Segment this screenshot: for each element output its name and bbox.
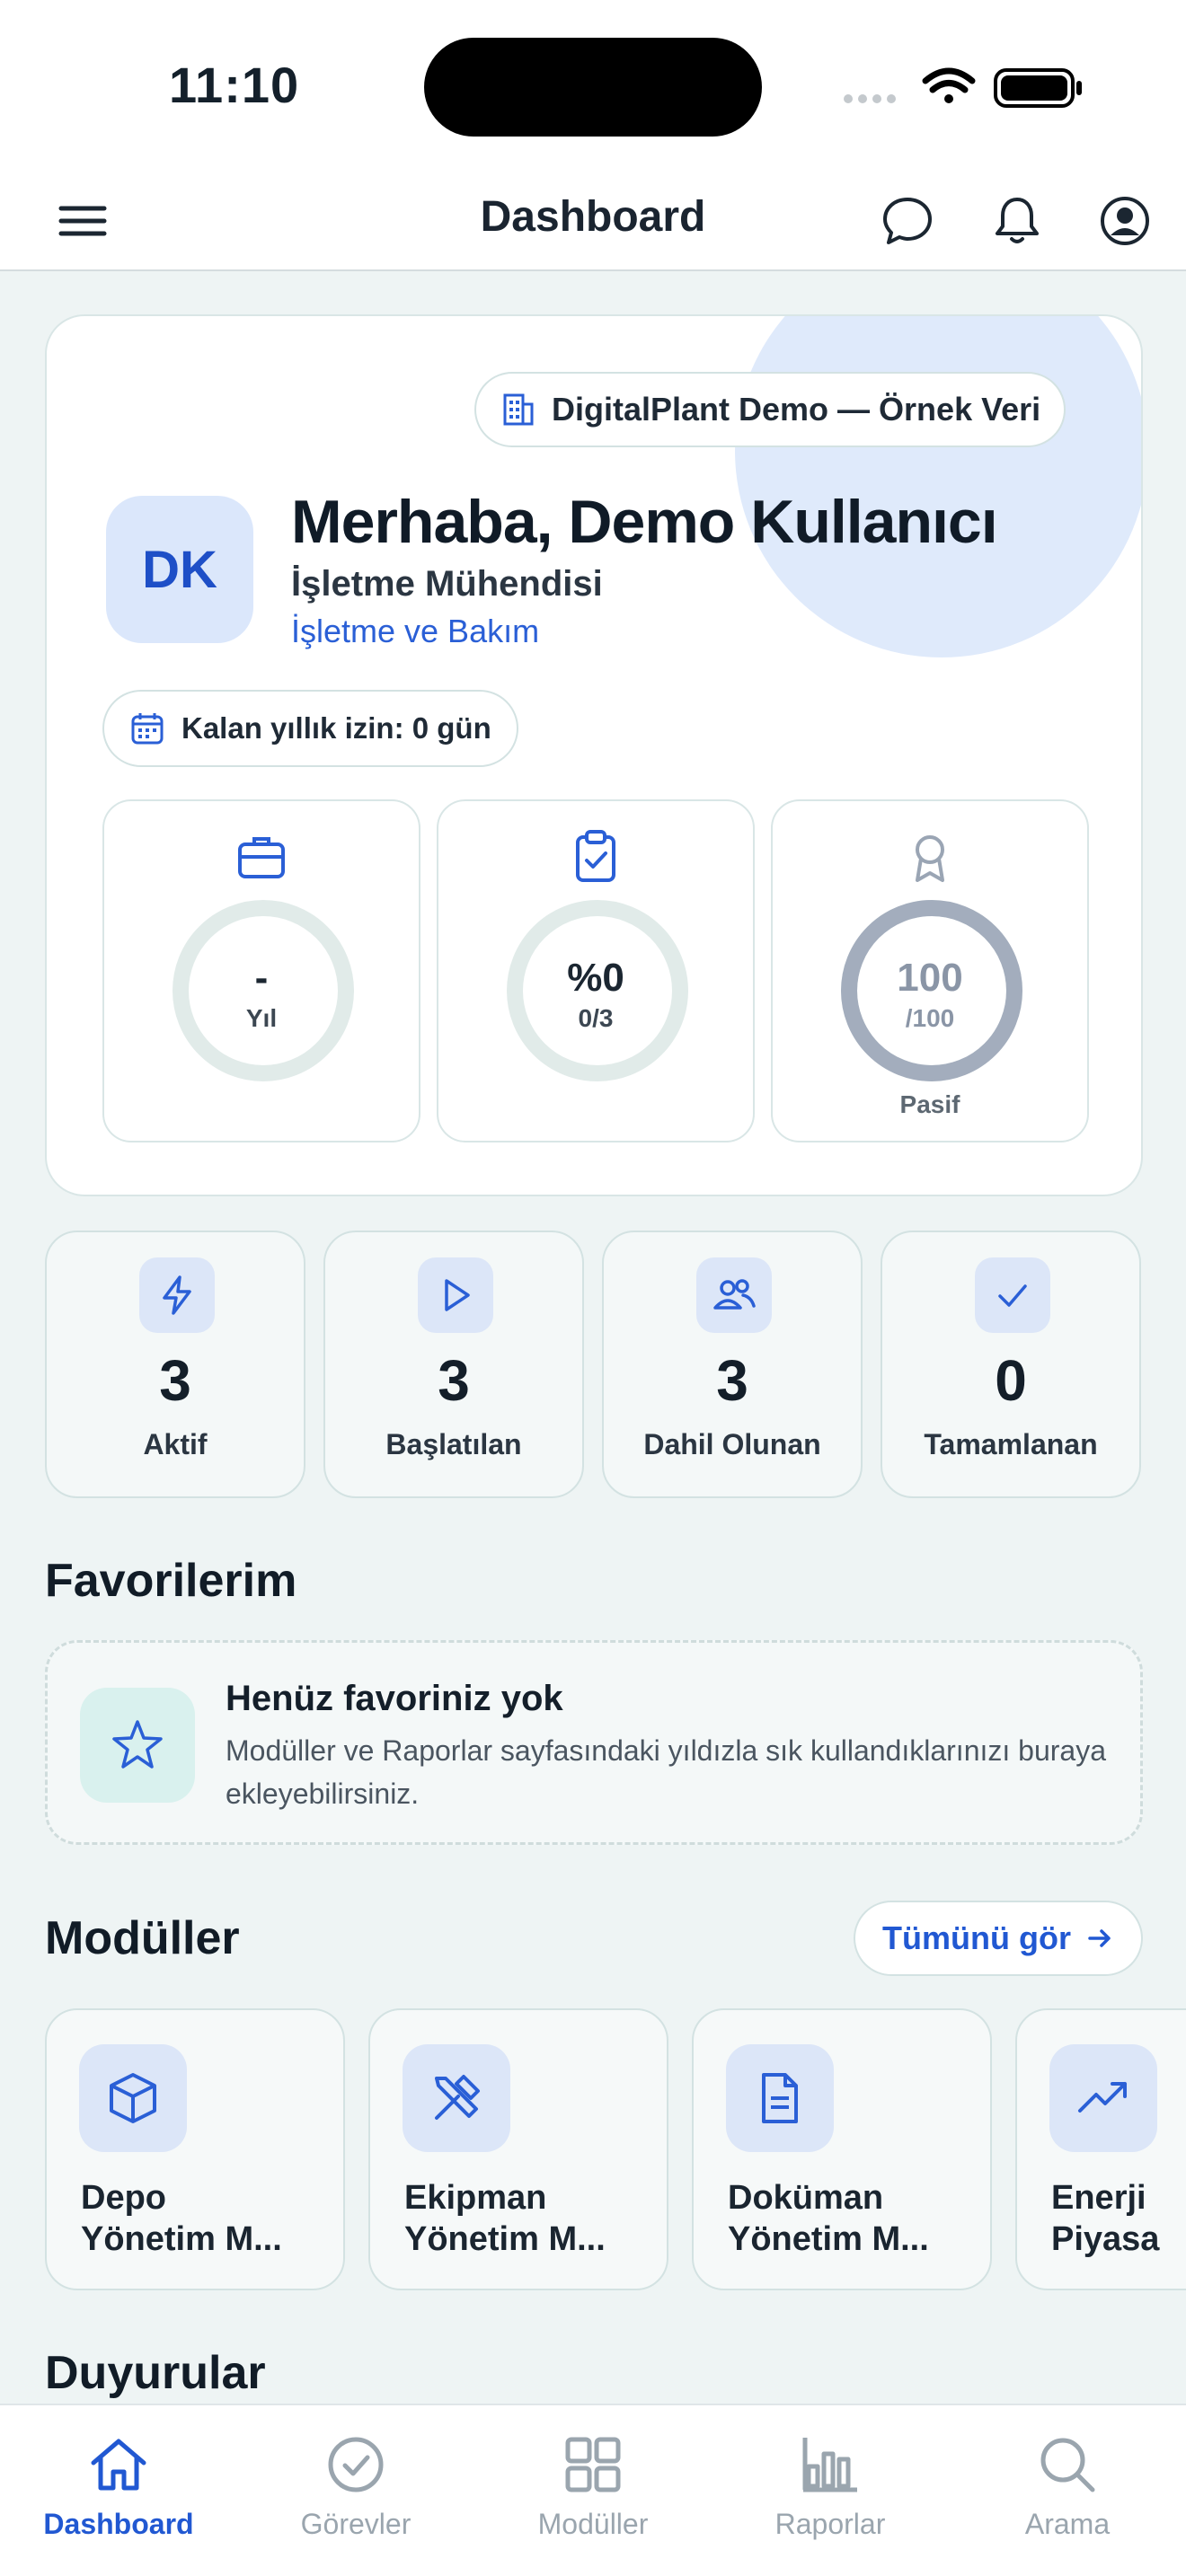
award-icon xyxy=(916,835,944,882)
wifi-icon xyxy=(922,67,976,103)
box-icon xyxy=(110,2073,156,2123)
app-header: Dashboard xyxy=(0,171,1186,271)
home-icon xyxy=(91,2439,146,2491)
tab-label: Raporlar xyxy=(774,2508,886,2540)
document-icon xyxy=(762,2073,798,2123)
announcements-title: Duyurular xyxy=(45,2347,266,2399)
leave-badge: Kalan yıllık izin: 0 gün xyxy=(102,690,518,767)
module-card-ekipman[interactable]: Ekipman Yönetim M... xyxy=(368,2008,668,2290)
avatar[interactable]: DK xyxy=(106,496,253,643)
tab-gorevler[interactable]: Görevler xyxy=(237,2405,474,2576)
status-bar: 11:10 xyxy=(0,0,1186,171)
favorites-title: Favorilerim xyxy=(45,1555,297,1607)
search-icon xyxy=(1040,2438,1095,2492)
module-name: Ekipman Yönetim M... xyxy=(404,2179,606,2258)
battery-icon xyxy=(994,68,1082,108)
stat-footer: Pasif xyxy=(899,1090,960,1118)
tab-arama[interactable]: Arama xyxy=(949,2405,1186,2576)
metric-involved[interactable]: 3 Dahil Olunan xyxy=(602,1231,863,1498)
module-card-dokuman[interactable]: Doküman Yönetim M... xyxy=(692,2008,992,2290)
module-name: Depo Yönetim M... xyxy=(81,2179,282,2258)
building-icon xyxy=(503,393,534,426)
metric-completed[interactable]: 0 Tamamlanan xyxy=(881,1231,1141,1498)
bar-chart-icon xyxy=(802,2438,857,2492)
status-icons xyxy=(844,67,1082,108)
bell-icon[interactable] xyxy=(990,194,1044,248)
stat-value: %0 xyxy=(567,956,624,1000)
tab-label: Dashboard xyxy=(43,2508,194,2540)
trend-up-icon xyxy=(1078,2082,1127,2113)
metric-label: Dahil Olunan xyxy=(643,1428,821,1460)
module-name: Doküman Yönetim M... xyxy=(728,2179,929,2258)
star-icon xyxy=(112,1720,163,1769)
user-role: İşletme Mühendisi xyxy=(291,564,603,604)
metric-value: 0 xyxy=(995,1348,1027,1413)
leave-label: Kalan yıllık izin: 0 gün xyxy=(181,711,491,745)
chat-icon[interactable] xyxy=(881,194,934,248)
stat-tasks[interactable]: %0 0/3 xyxy=(437,799,755,1142)
metric-label: Aktif xyxy=(143,1428,208,1460)
tab-label: Arama xyxy=(1024,2508,1111,2540)
tab-label: Görevler xyxy=(300,2508,412,2540)
profile-icon[interactable] xyxy=(1098,194,1152,248)
users-icon xyxy=(713,1279,756,1310)
grid-icon xyxy=(565,2437,621,2492)
metric-label: Tamamlanan xyxy=(924,1428,1098,1460)
status-time: 11:10 xyxy=(169,57,300,113)
stat-score[interactable]: 100 /100 Pasif xyxy=(771,799,1089,1142)
stat-sub: /100 xyxy=(905,1004,955,1032)
see-all-button[interactable]: Tümünü gör xyxy=(854,1901,1143,1976)
favorites-empty-title: Henüz favoriniz yok xyxy=(226,1679,563,1718)
modules-title: Modüller xyxy=(45,1912,240,1964)
profile-card: DigitalPlant Demo — Örnek Veri DK Merhab… xyxy=(45,314,1143,1196)
metric-value: 3 xyxy=(438,1348,470,1413)
modules-carousel[interactable]: Depo Yönetim M... Ekipman Yönetim M... D… xyxy=(45,2008,1186,2292)
stat-sub: 0/3 xyxy=(578,1004,614,1032)
tools-icon xyxy=(435,2075,480,2120)
bolt-icon xyxy=(163,1275,191,1315)
briefcase-icon xyxy=(238,837,285,878)
cellular-icon xyxy=(844,94,896,103)
module-card-depo[interactable]: Depo Yönetim M... xyxy=(45,2008,345,2290)
metric-value: 3 xyxy=(716,1348,748,1413)
calendar-icon xyxy=(131,713,164,745)
arrow-right-icon xyxy=(1088,1929,1111,1947)
metric-started[interactable]: 3 Başlatılan xyxy=(323,1231,584,1498)
greeting: Merhaba, Demo Kullanıcı xyxy=(291,488,998,556)
module-card-enerji[interactable]: Enerji Piyasa xyxy=(1015,2008,1186,2290)
tab-raporlar[interactable]: Raporlar xyxy=(712,2405,949,2576)
stat-sub: Yıl xyxy=(245,1004,278,1032)
tab-label: Modüller xyxy=(537,2508,649,2540)
module-name: Enerji Piyasa xyxy=(1051,2179,1160,2258)
org-badge: DigitalPlant Demo — Örnek Veri xyxy=(474,372,1067,447)
tab-dashboard[interactable]: Dashboard xyxy=(0,2405,237,2576)
check-circle-icon xyxy=(328,2437,384,2492)
tab-moduller[interactable]: Modüller xyxy=(474,2405,712,2576)
clipboard-check-icon xyxy=(576,830,615,882)
check-icon xyxy=(998,1284,1027,1307)
org-badge-label: DigitalPlant Demo — Örnek Veri xyxy=(552,391,1041,428)
dynamic-island xyxy=(424,38,762,137)
metric-active[interactable]: 3 Aktif xyxy=(45,1231,305,1498)
stat-value: - xyxy=(254,956,269,1000)
stat-tenure[interactable]: - Yıl xyxy=(102,799,420,1142)
metric-value: 3 xyxy=(159,1348,191,1413)
favorites-empty-text: Modüller ve Raporlar sayfasındaki yıldız… xyxy=(226,1734,1106,1810)
play-icon xyxy=(445,1279,470,1311)
favorites-empty-state: Henüz favoriniz yok Modüller ve Raporlar… xyxy=(45,1640,1143,1845)
see-all-label: Tümünü gör xyxy=(882,1919,1071,1956)
stat-value: 100 xyxy=(897,956,963,1000)
decorative-blob xyxy=(735,316,1141,657)
metric-label: Başlatılan xyxy=(385,1428,522,1460)
tab-bar: Dashboard Görevler Modüller Raporlar Ara… xyxy=(0,2404,1186,2576)
user-department[interactable]: İşletme ve Bakım xyxy=(291,613,539,650)
